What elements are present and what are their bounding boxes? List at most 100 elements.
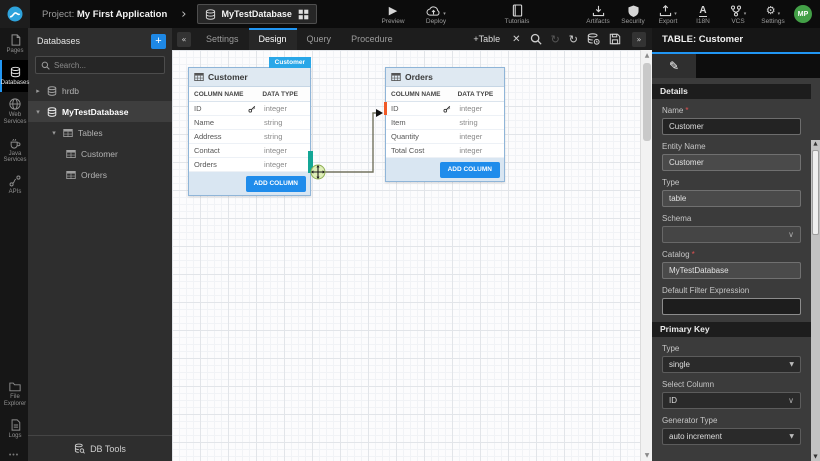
scroll-up-icon[interactable]: ▲: [811, 141, 820, 147]
vcs-button[interactable]: ▾ VCS: [725, 0, 751, 28]
expander-expanded-icon[interactable]: ▾: [34, 108, 42, 116]
default-filter-input[interactable]: [662, 298, 801, 315]
search-input[interactable]: [54, 61, 159, 70]
sidebar-item-databases[interactable]: Databases: [0, 60, 28, 92]
app-logo[interactable]: [0, 0, 30, 28]
scroll-up-icon[interactable]: ▲: [641, 52, 652, 59]
catalog-label: Catalog*: [662, 250, 801, 259]
db-sync-icon[interactable]: [587, 33, 600, 45]
inspector-body: Details Name* Entity Name Type Schema ∨: [652, 78, 811, 461]
tree-item-tables[interactable]: ▾ Tables: [28, 122, 172, 143]
rail-bottom-group: File Explorer Logs: [0, 375, 28, 445]
table-card-orders[interactable]: Orders COLUMN NAMEDATA TYPE ID integer I…: [385, 67, 505, 182]
tutorials-button[interactable]: Tutorials: [504, 0, 530, 28]
more-options-icon[interactable]: •••: [0, 452, 28, 459]
table-icon: [63, 128, 73, 138]
edit-tab[interactable]: ✎: [652, 54, 696, 78]
save-icon[interactable]: [609, 33, 621, 45]
chevron-down-icon: ▾: [778, 11, 781, 17]
sidebar-item-web-services[interactable]: Web Services: [0, 92, 28, 131]
deploy-button[interactable]: ▾ Deploy: [423, 0, 449, 28]
refresh-icon[interactable]: ↻: [569, 33, 578, 46]
expander-expanded-icon[interactable]: ▾: [50, 129, 58, 137]
inspector-tabs: ✎: [652, 52, 820, 78]
type-input: [662, 190, 801, 207]
close-icon[interactable]: ✕: [512, 34, 520, 45]
database-tab[interactable]: MyTestDatabase: [197, 4, 317, 24]
tab-design[interactable]: Design: [249, 28, 297, 50]
column-row-quantity[interactable]: Quantity integer: [386, 130, 504, 144]
add-database-button[interactable]: +: [151, 34, 166, 49]
scrollbar-thumb[interactable]: [643, 63, 651, 141]
scroll-down-icon[interactable]: ▼: [641, 452, 652, 459]
add-column-button[interactable]: ADD COLUMN: [246, 176, 306, 192]
scroll-down-icon[interactable]: ▼: [811, 454, 820, 460]
sidebar-item-file-explorer[interactable]: File Explorer: [0, 375, 28, 413]
sidebar-item-java-services[interactable]: Java Services: [0, 131, 28, 170]
security-button[interactable]: Security: [620, 0, 646, 28]
artifacts-button[interactable]: Artifacts: [585, 0, 611, 28]
tab-query[interactable]: Query: [297, 28, 342, 50]
column-row-contact[interactable]: Contact integer: [189, 144, 310, 158]
column-row-orders[interactable]: Orders integer: [189, 158, 310, 172]
tree-item-hrdb[interactable]: ▸ hrdb: [28, 80, 172, 101]
database-tree: ▸ hrdb ▾ MyTestDatabase ▾ Tables: [28, 80, 172, 185]
settings-button[interactable]: ⚙ ▾ Settings: [760, 0, 786, 28]
relation-drag-handle[interactable]: [308, 151, 313, 173]
database-icon: [47, 86, 57, 96]
column-headers: COLUMN NAMEDATA TYPE: [189, 87, 310, 102]
add-column-button[interactable]: ADD COLUMN: [440, 162, 500, 178]
inspector-scrollbar[interactable]: ▲ ▼: [811, 140, 820, 461]
preview-button[interactable]: ▶ Preview: [380, 0, 406, 28]
wavemaker-logo-icon: [7, 6, 23, 22]
primary-key-section-header: Primary Key: [652, 322, 811, 337]
table-card-header[interactable]: Customer: [189, 68, 310, 87]
generator-type-select[interactable]: auto increment ▼: [662, 428, 801, 445]
column-row-address[interactable]: Address string: [189, 130, 310, 144]
column-row-id[interactable]: ID integer: [386, 102, 504, 116]
pk-type-select[interactable]: single ▼: [662, 356, 801, 373]
canvas-scrollbar[interactable]: ▲ ▼: [640, 50, 652, 461]
name-input[interactable]: [662, 118, 801, 135]
details-section-header: Details: [652, 84, 811, 99]
scroll-tabs-left-button[interactable]: «: [177, 32, 191, 47]
chevron-down-icon: ∨: [788, 396, 794, 405]
column-row-id[interactable]: ID integer: [189, 102, 310, 116]
chevron-down-icon: ∨: [788, 230, 794, 239]
grid-view-icon[interactable]: [298, 9, 309, 20]
expander-collapsed-icon[interactable]: ▸: [34, 87, 42, 95]
column-row-total-cost[interactable]: Total Cost integer: [386, 144, 504, 158]
schema-select[interactable]: ∨: [662, 226, 801, 243]
databases-panel: Databases + ▸ hrdb ▾ MyTestDataba: [28, 28, 172, 461]
tree-item-customer[interactable]: Customer: [28, 143, 172, 164]
i18n-button[interactable]: A I18N: [690, 0, 716, 28]
tree-item-orders[interactable]: Orders: [28, 164, 172, 185]
db-tools-icon: [74, 443, 85, 454]
table-inspector-panel: TABLE: Customer ✎ Details Name* Entity N…: [652, 28, 820, 461]
db-tools-button[interactable]: DB Tools: [28, 435, 172, 461]
sidebar-item-pages[interactable]: Pages: [0, 28, 28, 60]
scrollbar-thumb[interactable]: [812, 150, 819, 235]
column-row-name[interactable]: Name string: [189, 116, 310, 130]
tree-item-mytestdatabase[interactable]: ▾ MyTestDatabase: [28, 101, 172, 122]
schema-canvas[interactable]: Customer Customer COLUMN NAMEDATA TYPE I…: [172, 50, 652, 461]
move-cursor-icon: [311, 165, 325, 179]
tab-procedure[interactable]: Procedure: [341, 28, 403, 50]
select-column-select[interactable]: ID ∨: [662, 392, 801, 409]
sidebar-item-logs[interactable]: Logs: [0, 413, 28, 445]
column-row-item[interactable]: Item string: [386, 116, 504, 130]
expand-panel-button[interactable]: »: [632, 32, 646, 47]
left-nav-rail: Pages Databases Web Services Java Servic…: [0, 28, 28, 461]
pk-type-label: Type: [662, 344, 801, 353]
table-card-customer[interactable]: Customer Customer COLUMN NAMEDATA TYPE I…: [188, 67, 311, 196]
search-icon[interactable]: [530, 33, 542, 45]
caret-down-icon: ▼: [789, 433, 794, 440]
table-card-header[interactable]: Orders: [386, 68, 504, 87]
chevron-right-icon: ›: [181, 7, 186, 22]
add-table-button[interactable]: +Table: [473, 34, 500, 44]
sidebar-item-apis[interactable]: APIs: [0, 169, 28, 201]
export-button[interactable]: ▾ Export: [655, 0, 681, 28]
user-avatar[interactable]: MP: [794, 5, 812, 23]
book-icon: [512, 4, 523, 17]
tab-settings[interactable]: Settings: [196, 28, 249, 50]
